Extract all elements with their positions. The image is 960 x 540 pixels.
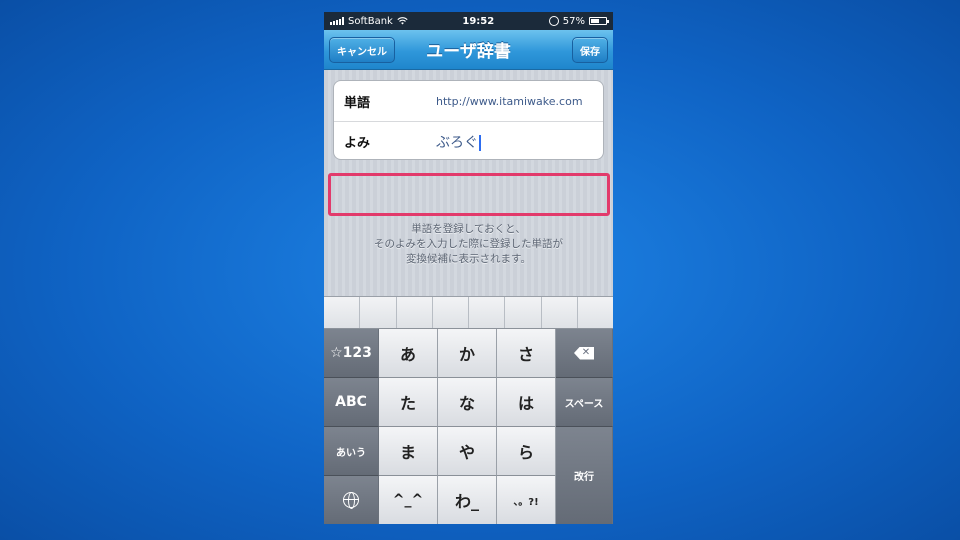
page-title: ユーザ辞書	[426, 42, 511, 62]
key-symbols[interactable]: ☆123	[324, 329, 379, 378]
wifi-icon	[397, 17, 408, 25]
key-punctuation[interactable]: 、。?!	[497, 476, 556, 524]
candidate-cell[interactable]	[324, 297, 361, 328]
battery-fill	[591, 19, 599, 23]
candidate-bar	[324, 296, 613, 329]
hint-line: 単語を登録しておくと、	[411, 223, 526, 235]
navigation-bar: キャンセル ユーザ辞書 保存	[324, 30, 613, 70]
backspace-icon: ✕	[574, 346, 594, 360]
key-backspace[interactable]: ✕	[556, 329, 613, 378]
word-field[interactable]: http://www.itamiwake.com	[436, 95, 583, 108]
reading-row[interactable]: よみ ぶろぐ	[334, 121, 603, 161]
reading-highlight-box	[328, 173, 610, 216]
key-emoticon[interactable]: ^_^	[379, 476, 438, 524]
hint-line: 変換候補に表示されます。	[406, 253, 531, 265]
candidate-cell[interactable]	[433, 297, 469, 328]
hint-line: そのよみを入力した際に登録した単語が	[374, 238, 563, 250]
candidate-cell[interactable]	[542, 297, 578, 328]
key-sa[interactable]: さ	[497, 329, 556, 378]
rotation-lock-icon	[548, 16, 559, 26]
key-ha[interactable]: は	[497, 378, 556, 427]
carrier-name: SoftBank	[348, 15, 393, 27]
save-button[interactable]: 保存	[572, 37, 608, 63]
hint-text: 単語を登録しておくと、 そのよみを入力した際に登録した単語が 変換候補に表示され…	[324, 222, 613, 267]
globe-icon	[343, 492, 359, 509]
word-row[interactable]: 単語 http://www.itamiwake.com	[334, 81, 603, 121]
status-bar: SoftBank 19:52 57%	[324, 12, 613, 30]
candidate-cell[interactable]	[578, 297, 613, 328]
key-ra[interactable]: ら	[497, 427, 556, 476]
text-caret	[479, 134, 481, 151]
battery-percent: 57%	[562, 15, 585, 27]
candidate-cell[interactable]	[469, 297, 506, 328]
form-group: 単語 http://www.itamiwake.com よみ ぶろぐ	[333, 80, 604, 160]
signal-bars-icon	[330, 17, 344, 25]
key-globe[interactable]	[324, 476, 379, 524]
status-time: 19:52	[462, 15, 495, 27]
reading-text: ぶろぐ	[436, 134, 478, 151]
phone-screen: SoftBank 19:52 57% キャンセル ユーザ辞書 保存 単語 htt…	[324, 12, 613, 524]
reading-field[interactable]: ぶろぐ	[436, 132, 481, 152]
key-abc[interactable]: ABC	[324, 378, 379, 427]
form-area: 単語 http://www.itamiwake.com よみ ぶろぐ 単語を登録…	[324, 70, 613, 296]
key-kana[interactable]: あいう	[324, 427, 379, 476]
key-ka[interactable]: か	[438, 329, 497, 378]
word-label: 単語	[344, 95, 371, 111]
kana-keyboard: ☆123 あ か さ ✕ ABC た な は スペース あいう ま や ら 改行…	[324, 329, 613, 524]
key-na[interactable]: な	[438, 378, 497, 427]
key-ta[interactable]: た	[379, 378, 438, 427]
candidate-cell[interactable]	[397, 297, 433, 328]
key-space[interactable]: スペース	[556, 378, 613, 427]
cancel-button[interactable]: キャンセル	[329, 37, 395, 63]
candidate-cell[interactable]	[505, 297, 542, 328]
key-return[interactable]: 改行	[556, 427, 613, 524]
key-wa[interactable]: わ_	[438, 476, 497, 524]
candidate-cell[interactable]	[360, 297, 397, 328]
battery-icon	[589, 17, 609, 25]
key-a[interactable]: あ	[379, 329, 438, 378]
key-ya[interactable]: や	[438, 427, 497, 476]
key-ma[interactable]: ま	[379, 427, 438, 476]
reading-label: よみ	[344, 136, 371, 151]
